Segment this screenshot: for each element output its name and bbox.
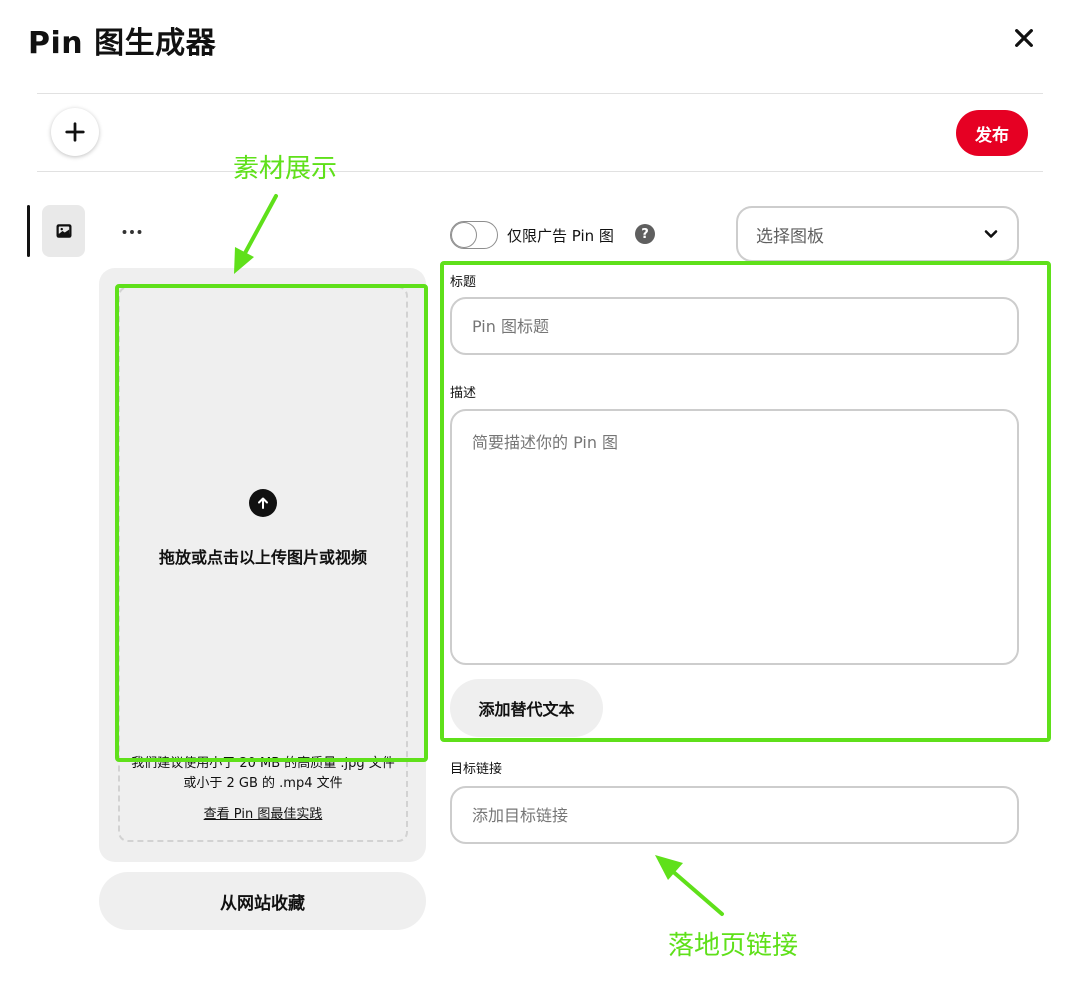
image-icon xyxy=(56,224,71,238)
toggle-knob xyxy=(452,223,476,247)
material-annotation-label: 素材展示 xyxy=(233,154,338,184)
board-select-placeholder: 选择图板 xyxy=(756,226,824,247)
ads-only-toggle[interactable] xyxy=(450,221,498,249)
best-practice-link[interactable]: 查看 Pin 图最佳实践 xyxy=(130,803,396,822)
active-indicator xyxy=(27,205,30,257)
close-icon xyxy=(1015,29,1033,47)
link-label: 目标链接 xyxy=(450,762,503,777)
more-horizontal-icon xyxy=(122,230,142,234)
help-icon[interactable]: ? xyxy=(635,224,655,244)
publish-button[interactable]: 发布 xyxy=(956,110,1028,156)
title-label: 标题 xyxy=(450,275,477,290)
landing-annotation-label: 落地页链接 xyxy=(668,931,799,961)
title-input[interactable] xyxy=(450,297,1019,355)
add-pin-button[interactable] xyxy=(51,108,99,156)
page-title: Pin 图生成器 xyxy=(28,26,217,61)
toolbar-divider xyxy=(37,171,1043,172)
board-select[interactable]: 选择图板 xyxy=(736,206,1019,262)
save-from-site-button[interactable]: 从网站收藏 xyxy=(99,872,426,930)
close-button[interactable] xyxy=(1008,22,1040,54)
upload-arrow-icon xyxy=(249,489,277,517)
arrow-material-icon xyxy=(234,194,278,274)
more-options-button[interactable] xyxy=(118,220,146,244)
plus-icon xyxy=(65,122,85,142)
description-label: 描述 xyxy=(450,386,477,401)
pin-thumbnail[interactable] xyxy=(42,205,85,257)
chevron-down-icon xyxy=(984,230,998,238)
upload-tip: 我们建议使用小于 20 MB 的高质量 .jpg 文件或小于 2 GB 的 .m… xyxy=(131,756,395,791)
header-divider xyxy=(37,93,1043,94)
arrow-landing-icon xyxy=(655,855,724,916)
description-input[interactable] xyxy=(450,409,1019,665)
add-alt-text-button[interactable]: 添加替代文本 xyxy=(450,679,603,737)
ads-only-label: 仅限广告 Pin 图 xyxy=(507,227,614,245)
link-input[interactable] xyxy=(450,786,1019,844)
upload-prompt: 拖放或点击以上传图片或视频 xyxy=(158,548,367,567)
